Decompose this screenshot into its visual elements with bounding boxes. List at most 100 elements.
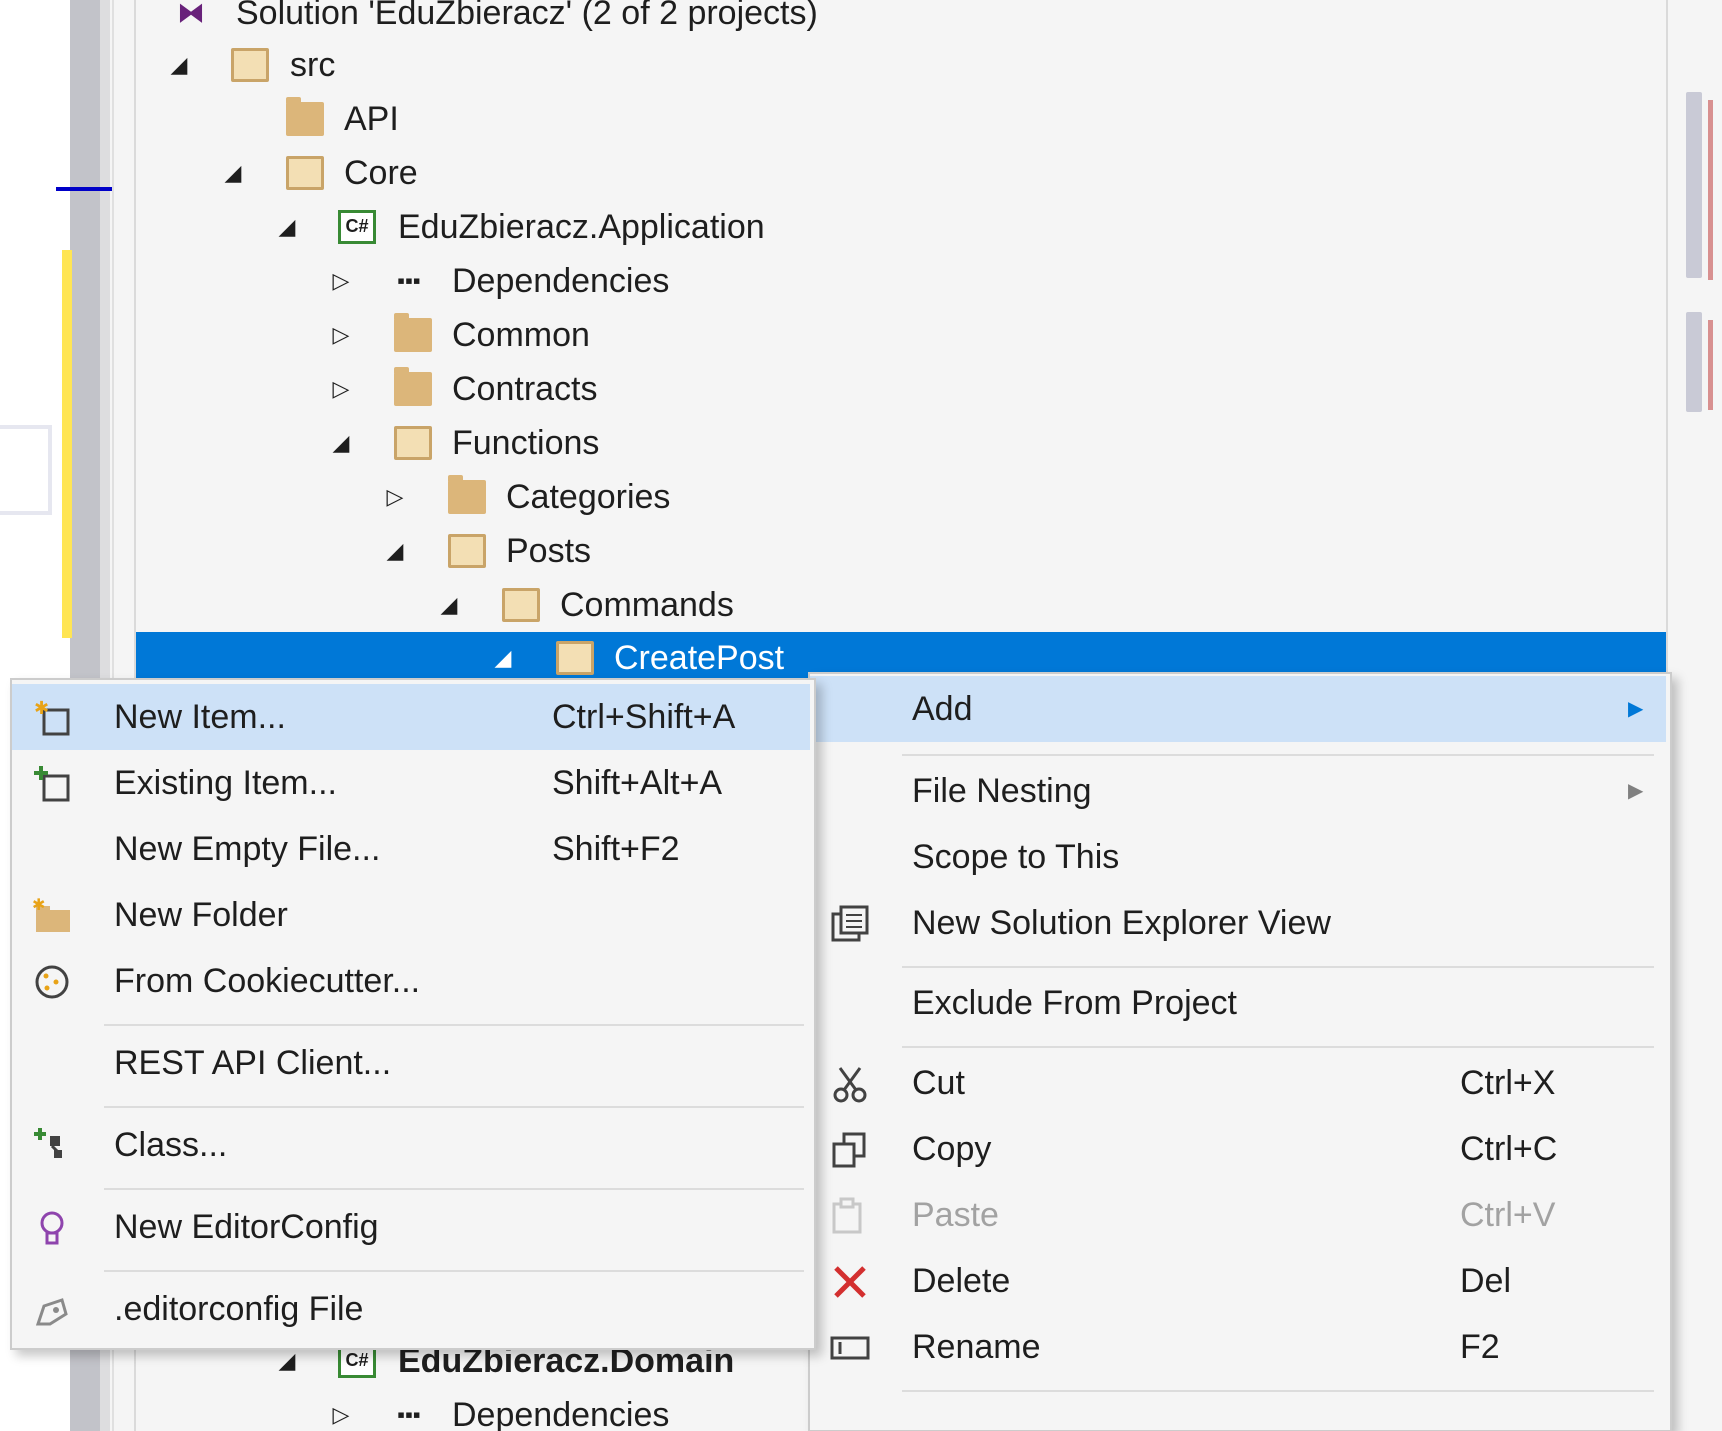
shortcut-label: Shift+Alt+A <box>552 764 723 802</box>
tree-label: Functions <box>452 424 600 462</box>
collapsed-arrow-icon[interactable]: ▷ <box>326 254 356 308</box>
dependencies-icon: ▪▪▪ <box>397 1402 421 1427</box>
tree-row-categories[interactable]: ▷ Categories <box>136 470 1666 524</box>
menu-separator <box>104 1024 804 1026</box>
scissors-icon <box>830 1064 870 1104</box>
expanded-arrow-icon[interactable]: ◢ <box>272 200 302 254</box>
csharp-project-icon: C# <box>338 210 376 244</box>
tree-label: EduZbieracz.Application <box>398 208 765 246</box>
delete-x-icon <box>830 1262 870 1302</box>
expanded-arrow-icon[interactable]: ◢ <box>218 146 248 200</box>
menu-item-paste[interactable]: Paste Ctrl+V <box>810 1182 1666 1248</box>
tree-label: Core <box>344 154 418 192</box>
menu-item-scope-to-this[interactable]: Scope to This <box>810 824 1666 890</box>
shortcut-label: F2 <box>1460 1328 1500 1366</box>
scrollbar-annotation <box>1708 100 1713 280</box>
scrollbar-marker <box>1686 312 1702 412</box>
collapsed-arrow-icon[interactable]: ▷ <box>326 362 356 416</box>
menu-separator <box>104 1270 804 1272</box>
shortcut-label: Ctrl+V <box>1460 1196 1556 1234</box>
solution-explorer-view-icon <box>830 904 870 944</box>
expanded-arrow-icon[interactable]: ◢ <box>164 38 194 92</box>
svg-text:✱: ✱ <box>34 698 49 719</box>
menu-item-new-editorconfig[interactable]: New EditorConfig <box>12 1194 810 1260</box>
tree-row-functions[interactable]: ◢ Functions <box>136 416 1666 470</box>
new-folder-icon: ✱ <box>32 895 72 936</box>
tree-row-solution[interactable]: ⧓ Solution 'EduZbieracz' (2 of 2 project… <box>136 0 1666 40</box>
tree-label: Commands <box>560 586 734 624</box>
menu-item-rename[interactable]: Rename F2 <box>810 1314 1666 1380</box>
change-marker <box>62 250 72 638</box>
shortcut-label: Ctrl+C <box>1460 1130 1558 1168</box>
menu-item-existing-item[interactable]: Existing Item... Shift+Alt+A <box>12 750 810 816</box>
folder-icon <box>231 48 269 82</box>
menu-item-cut[interactable]: Cut Ctrl+X <box>810 1050 1666 1116</box>
folder-icon <box>394 426 432 460</box>
menu-item-editorconfig-file[interactable]: .editorconfig File <box>12 1276 810 1342</box>
tree-label: Solution 'EduZbieracz' (2 of 2 projects) <box>236 0 818 32</box>
menu-separator <box>104 1188 804 1190</box>
menu-separator <box>902 754 1654 756</box>
tree-label: Contracts <box>452 370 598 408</box>
menu-item-new-item[interactable]: ✱ New Item... Ctrl+Shift+A <box>12 684 810 750</box>
class-icon <box>32 1126 72 1166</box>
existing-item-icon <box>32 764 72 804</box>
expanded-arrow-icon[interactable]: ◢ <box>326 416 356 470</box>
tree-row-posts[interactable]: ◢ Posts <box>136 524 1666 578</box>
menu-item-rest-api-client[interactable]: REST API Client... <box>12 1030 810 1096</box>
tree-label: Common <box>452 316 590 354</box>
tree-row-dependencies[interactable]: ▷ ▪▪▪ Dependencies <box>136 254 1666 308</box>
dependencies-icon: ▪▪▪ <box>397 268 421 293</box>
folder-icon <box>394 313 432 352</box>
menu-item-new-folder[interactable]: ✱ New Folder <box>12 882 810 948</box>
collapsed-arrow-icon[interactable]: ▷ <box>326 308 356 362</box>
menu-item-exclude-from-project[interactable]: Exclude From Project <box>810 970 1666 1036</box>
menu-separator <box>902 1046 1654 1048</box>
visual-studio-solution-icon: ⧓ <box>177 0 205 28</box>
folder-icon <box>502 588 540 622</box>
menu-item-file-nesting[interactable]: File Nesting ▶ <box>810 758 1666 824</box>
context-menu: Add ▶ File Nesting ▶ Scope to This New S… <box>808 672 1672 1431</box>
menu-item-delete[interactable]: Delete Del <box>810 1248 1666 1314</box>
copy-icon <box>830 1130 870 1170</box>
menu-item-class[interactable]: Class... <box>12 1112 810 1178</box>
folder-icon <box>448 534 486 568</box>
cookiecutter-icon <box>32 962 72 1002</box>
menu-item-new-empty-file[interactable]: New Empty File... Shift+F2 <box>12 816 810 882</box>
expanded-arrow-icon[interactable]: ◢ <box>434 578 464 632</box>
tree-row-commands[interactable]: ◢ Commands <box>136 578 1666 632</box>
paste-icon <box>830 1196 870 1236</box>
tree-row-api[interactable]: API <box>136 92 1666 146</box>
tree-label: Categories <box>506 478 671 516</box>
tree-label: API <box>344 100 399 138</box>
tree-label: Dependencies <box>452 262 670 300</box>
tree-row-common[interactable]: ▷ Common <box>136 308 1666 362</box>
new-item-icon: ✱ <box>32 698 72 738</box>
scrollbar-annotation <box>1708 320 1713 410</box>
folder-icon <box>286 97 324 136</box>
menu-item-add[interactable]: Add ▶ <box>810 676 1666 742</box>
scrollbar-thumb[interactable] <box>1686 92 1702 278</box>
rename-icon <box>830 1328 870 1368</box>
menu-item-copy[interactable]: Copy Ctrl+C <box>810 1116 1666 1182</box>
folder-icon <box>394 367 432 406</box>
menu-item-new-solution-explorer-view[interactable]: New Solution Explorer View <box>810 890 1666 956</box>
shortcut-label: Del <box>1460 1262 1512 1300</box>
collapsed-arrow-icon[interactable]: ▷ <box>326 1388 356 1431</box>
menu-separator <box>902 966 1654 968</box>
tree-row-src[interactable]: ◢ src <box>136 38 1666 92</box>
lightbulb-icon <box>32 1208 72 1248</box>
menu-item-from-cookiecutter[interactable]: From Cookiecutter... <box>12 948 810 1014</box>
add-submenu: ✱ New Item... Ctrl+Shift+A Existing Item… <box>10 678 816 1350</box>
tree-label: CreatePost <box>614 639 785 677</box>
tree-row-application-project[interactable]: ◢ C# EduZbieracz.Application <box>136 200 1666 254</box>
collapsed-arrow-icon[interactable]: ▷ <box>380 470 410 524</box>
tree-label: src <box>290 46 336 84</box>
tree-row-core[interactable]: ◢ Core <box>136 146 1666 200</box>
tree-label: Posts <box>506 532 592 570</box>
expanded-arrow-icon[interactable]: ◢ <box>380 524 410 578</box>
tree-row-contracts[interactable]: ▷ Contracts <box>136 362 1666 416</box>
folder-icon <box>286 156 324 190</box>
shortcut-label: Shift+F2 <box>552 830 680 868</box>
caret-position-marker <box>56 187 112 191</box>
